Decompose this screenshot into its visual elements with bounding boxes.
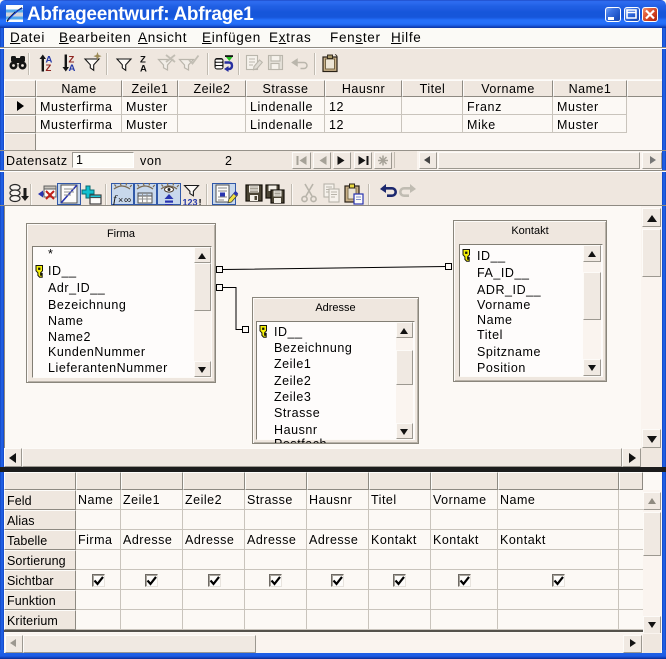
svg-text:A: A (69, 63, 76, 74)
svg-text:A: A (140, 64, 147, 75)
svg-text:×: × (118, 195, 123, 205)
svg-text:Z: Z (46, 63, 52, 74)
